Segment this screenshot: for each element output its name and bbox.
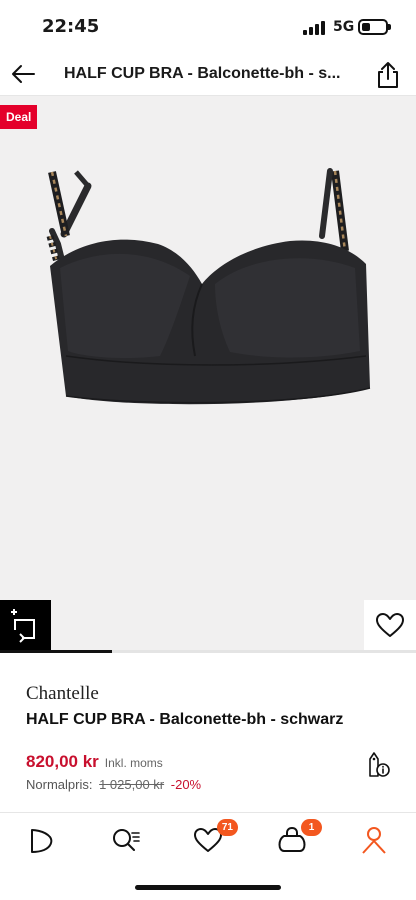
tab-wishlist[interactable]: 71 — [190, 819, 238, 855]
normal-price: 1 025,00 kr — [99, 777, 165, 792]
user-icon — [362, 827, 386, 854]
product-image-gallery[interactable]: Deal — [0, 96, 416, 652]
status-bar: 22:45 5G — [0, 0, 416, 52]
home-icon — [31, 829, 53, 853]
battery-level — [362, 23, 370, 31]
battery-icon — [358, 19, 391, 35]
current-price: 820,00 kr — [26, 752, 99, 771]
price-row: 820,00 kr Inkl. moms — [26, 752, 163, 772]
home-indicator — [135, 885, 281, 890]
image-carousel-progress — [0, 650, 416, 653]
wishlist-button[interactable] — [364, 600, 416, 652]
deal-badge: Deal — [0, 105, 38, 129]
back-button[interactable] — [8, 58, 40, 90]
heart-icon — [376, 613, 404, 637]
product-image — [46, 168, 371, 405]
status-time: 22:45 — [42, 16, 100, 37]
nav-bar: HALF CUP BRA - Balconette-bh - s... — [0, 52, 416, 96]
product-name: HALF CUP BRA - Balconette-bh - schwarz — [26, 711, 344, 728]
tab-account[interactable] — [356, 825, 392, 855]
carousel-progress-fill — [0, 650, 113, 653]
share-button[interactable] — [374, 60, 402, 90]
network-label: 5G — [333, 19, 355, 35]
crop-view-icon — [11, 609, 35, 643]
tab-search[interactable] — [108, 825, 144, 855]
discount-percent: -20% — [170, 777, 202, 792]
search-icon — [113, 829, 140, 851]
brand-name[interactable]: Chantelle — [26, 683, 99, 705]
arrow-left-icon — [12, 65, 35, 83]
page-title: HALF CUP BRA - Balconette-bh - s... — [64, 65, 341, 82]
price-info-button[interactable] — [362, 750, 392, 780]
normal-price-row: Normalpris: 1 025,00 kr -20% — [26, 777, 201, 792]
tab-cart[interactable]: 1 — [274, 819, 322, 855]
tax-note: Inkl. moms — [104, 756, 163, 770]
share-icon — [378, 62, 398, 88]
normal-price-label: Normalpris: — [26, 777, 93, 792]
wishlist-count-badge: 71 — [216, 819, 238, 836]
tab-home[interactable] — [24, 825, 60, 855]
cart-count-badge: 1 — [301, 819, 322, 836]
view-similar-button[interactable] — [0, 600, 51, 652]
price-tag-info-icon — [369, 752, 390, 777]
signal-icon — [303, 21, 327, 35]
